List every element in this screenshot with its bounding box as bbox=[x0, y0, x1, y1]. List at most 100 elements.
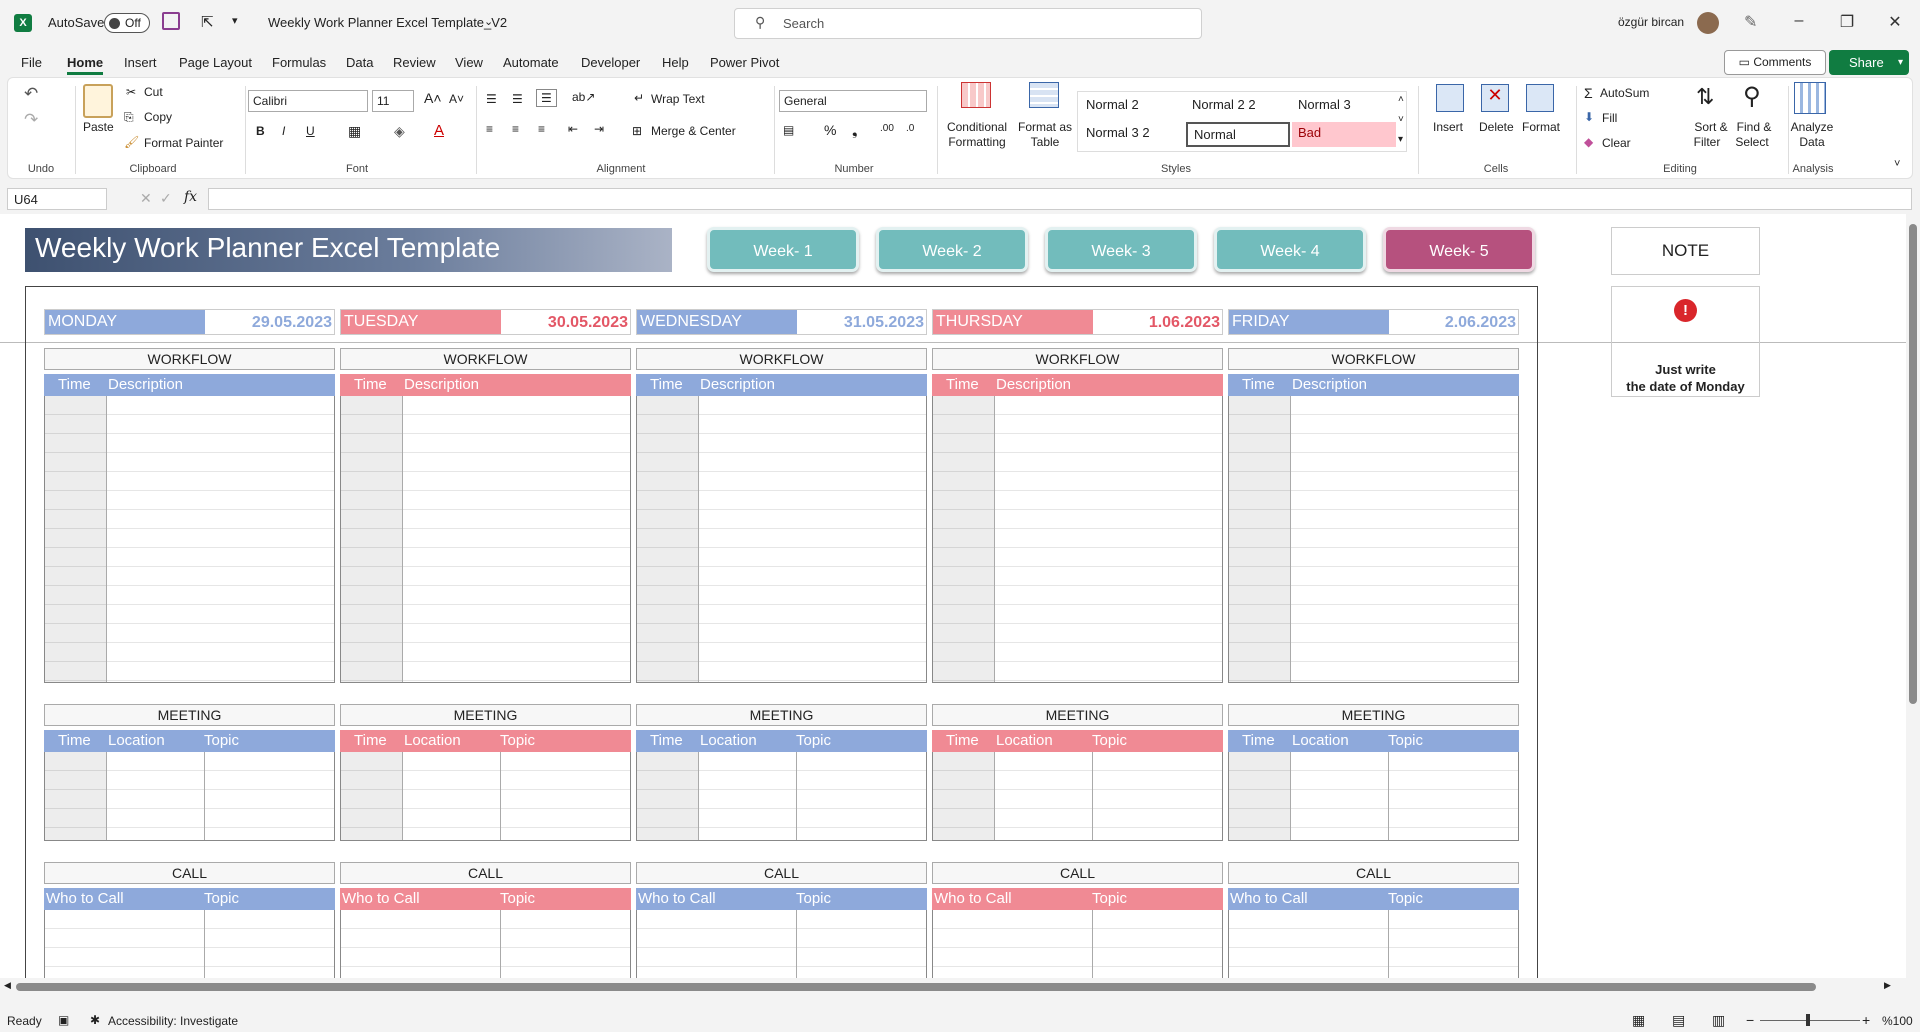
increase-font-icon[interactable]: A˄ bbox=[424, 90, 442, 106]
cancel-icon[interactable]: ✕ bbox=[140, 190, 152, 207]
format-as-table-label-1[interactable]: Format as bbox=[1018, 120, 1072, 134]
vertical-scroll-thumb[interactable] bbox=[1909, 224, 1917, 704]
week-5-button[interactable]: Week- 5 bbox=[1383, 227, 1535, 272]
meeting-body[interactable] bbox=[636, 752, 927, 841]
font-color-icon[interactable]: A bbox=[434, 122, 444, 139]
day-date[interactable]: 29.05.2023 bbox=[252, 314, 332, 332]
workflow-body[interactable] bbox=[636, 396, 927, 683]
bold-button[interactable]: B bbox=[256, 124, 265, 138]
format-as-table-label-2[interactable]: Table bbox=[1018, 135, 1072, 149]
styles-more-icon[interactable]: ▾ bbox=[1398, 134, 1403, 145]
minimize-icon[interactable]: – bbox=[1789, 12, 1809, 30]
call-body[interactable] bbox=[932, 910, 1223, 978]
week-1-button[interactable]: Week- 1 bbox=[707, 227, 859, 272]
user-name[interactable]: özgür bircan bbox=[1618, 15, 1684, 29]
analyze-data-icon[interactable] bbox=[1794, 82, 1826, 114]
zoom-slider-thumb[interactable] bbox=[1806, 1014, 1810, 1026]
call-body[interactable] bbox=[1228, 910, 1519, 978]
week-3-button[interactable]: Week- 3 bbox=[1045, 227, 1197, 272]
accessibility-status[interactable]: Accessibility: Investigate bbox=[108, 1014, 238, 1028]
menu-insert[interactable]: Insert bbox=[124, 55, 157, 70]
conditional-formatting-label-1[interactable]: Conditional bbox=[941, 120, 1013, 134]
find-select-label-2[interactable]: Select bbox=[1732, 135, 1772, 149]
call-body[interactable] bbox=[44, 910, 335, 978]
close-icon[interactable]: ✕ bbox=[1885, 12, 1905, 32]
font-size-select[interactable]: 11 bbox=[372, 90, 414, 112]
decrease-decimal-icon[interactable]: .0 bbox=[906, 123, 914, 134]
sort-filter-label-2[interactable]: Filter bbox=[1688, 135, 1726, 149]
menu-view[interactable]: View bbox=[455, 55, 483, 70]
zoom-in-icon[interactable]: + bbox=[1862, 1012, 1870, 1028]
macro-record-icon[interactable]: ▣ bbox=[58, 1013, 69, 1027]
decrease-indent-icon[interactable]: ⇤ bbox=[568, 122, 578, 136]
orientation-icon[interactable]: ab↗ bbox=[572, 90, 595, 104]
horizontal-scrollbar[interactable]: ◀ ▶ bbox=[0, 978, 1906, 996]
increase-decimal-icon[interactable]: .00 bbox=[880, 123, 894, 134]
autosum-button[interactable]: AutoSum bbox=[1600, 86, 1649, 100]
increase-indent-icon[interactable]: ⇥ bbox=[594, 122, 604, 136]
call-body[interactable] bbox=[340, 910, 631, 978]
copy-button[interactable]: Copy bbox=[144, 110, 172, 124]
sort-filter-label-1[interactable]: Sort & bbox=[1692, 120, 1730, 134]
paste-icon[interactable] bbox=[83, 84, 113, 118]
decrease-font-icon[interactable]: A˅ bbox=[449, 92, 464, 106]
share-button[interactable]: Share ▾ bbox=[1829, 50, 1909, 75]
day-date[interactable]: 2.06.2023 bbox=[1445, 314, 1516, 332]
style-normal[interactable]: Normal bbox=[1186, 122, 1290, 147]
format-as-table-icon[interactable] bbox=[1029, 82, 1059, 108]
align-top-icon[interactable]: ☰ bbox=[486, 92, 497, 106]
formula-input[interactable] bbox=[208, 188, 1912, 210]
day-date[interactable]: 30.05.2023 bbox=[548, 314, 628, 332]
share-chevron-icon[interactable]: ▾ bbox=[1898, 50, 1903, 75]
copy-icon[interactable]: ⎘ bbox=[124, 110, 134, 125]
workflow-body[interactable] bbox=[340, 396, 631, 683]
align-bottom-icon[interactable]: ☰ bbox=[536, 89, 557, 107]
autosum-icon[interactable]: Σ bbox=[1584, 85, 1593, 101]
zoom-slider[interactable] bbox=[1760, 1020, 1860, 1021]
conditional-formatting-icon[interactable] bbox=[961, 82, 991, 108]
comma-icon[interactable]: ❟ bbox=[852, 122, 858, 139]
enter-icon[interactable]: ✓ bbox=[160, 190, 172, 207]
clear-button[interactable]: Clear bbox=[1602, 136, 1631, 150]
normal-view-icon[interactable]: ▦ bbox=[1632, 1012, 1645, 1029]
workflow-body[interactable] bbox=[44, 396, 335, 683]
accessibility-icon[interactable]: ✱ bbox=[90, 1013, 100, 1027]
redo-icon[interactable]: ↷ bbox=[24, 110, 38, 130]
file-name-chevron-icon[interactable]: ⌄ bbox=[484, 15, 493, 28]
underline-button[interactable]: U bbox=[306, 124, 315, 138]
menu-automate[interactable]: Automate bbox=[503, 55, 559, 70]
styles-scroll-down-icon[interactable]: ˅ bbox=[1398, 114, 1404, 125]
workflow-body[interactable] bbox=[1228, 396, 1519, 683]
format-cells-button[interactable]: Format bbox=[1522, 120, 1560, 134]
number-format-select[interactable]: General bbox=[779, 90, 927, 112]
merge-center-button[interactable]: Merge & Center bbox=[651, 124, 736, 138]
borders-icon[interactable]: ▦ bbox=[348, 123, 361, 140]
file-name[interactable]: Weekly Work Planner Excel Template_V2 bbox=[268, 15, 507, 30]
fill-color-icon[interactable]: ◈ bbox=[394, 123, 405, 140]
customize-qat-icon[interactable]: ▾ bbox=[232, 14, 238, 27]
align-left-icon[interactable]: ≡ bbox=[486, 122, 493, 136]
align-middle-icon[interactable]: ☰ bbox=[512, 92, 523, 106]
fill-button[interactable]: Fill bbox=[1602, 111, 1617, 125]
menu-data[interactable]: Data bbox=[346, 55, 373, 70]
style-normal-3[interactable]: Normal 3 bbox=[1292, 94, 1396, 119]
font-name-select[interactable]: Calibri bbox=[248, 90, 368, 112]
style-bad[interactable]: Bad bbox=[1292, 122, 1396, 147]
pen-icon[interactable]: ✎ bbox=[1744, 12, 1757, 32]
find-select-label-1[interactable]: Find & bbox=[1734, 120, 1774, 134]
pointer-icon[interactable]: ⇱ bbox=[201, 13, 214, 31]
week-4-button[interactable]: Week- 4 bbox=[1214, 227, 1366, 272]
wrap-text-button[interactable]: Wrap Text bbox=[651, 92, 705, 106]
insert-function-button[interactable]: fx bbox=[184, 189, 197, 205]
sort-filter-icon[interactable]: ⇅ bbox=[1696, 84, 1714, 110]
meeting-body[interactable] bbox=[1228, 752, 1519, 841]
undo-icon[interactable]: ↶ bbox=[24, 84, 38, 104]
percent-icon[interactable]: % bbox=[824, 122, 836, 138]
day-date[interactable]: 1.06.2023 bbox=[1149, 314, 1220, 332]
week-2-button[interactable]: Week- 2 bbox=[876, 227, 1028, 272]
styles-scroll-up-icon[interactable]: ˄ bbox=[1398, 94, 1404, 105]
workflow-body[interactable] bbox=[932, 396, 1223, 683]
format-painter-button[interactable]: Format Painter bbox=[144, 136, 223, 150]
page-break-view-icon[interactable]: ▥ bbox=[1712, 1012, 1725, 1029]
analyze-data-label-1[interactable]: Analyze bbox=[1788, 120, 1836, 134]
